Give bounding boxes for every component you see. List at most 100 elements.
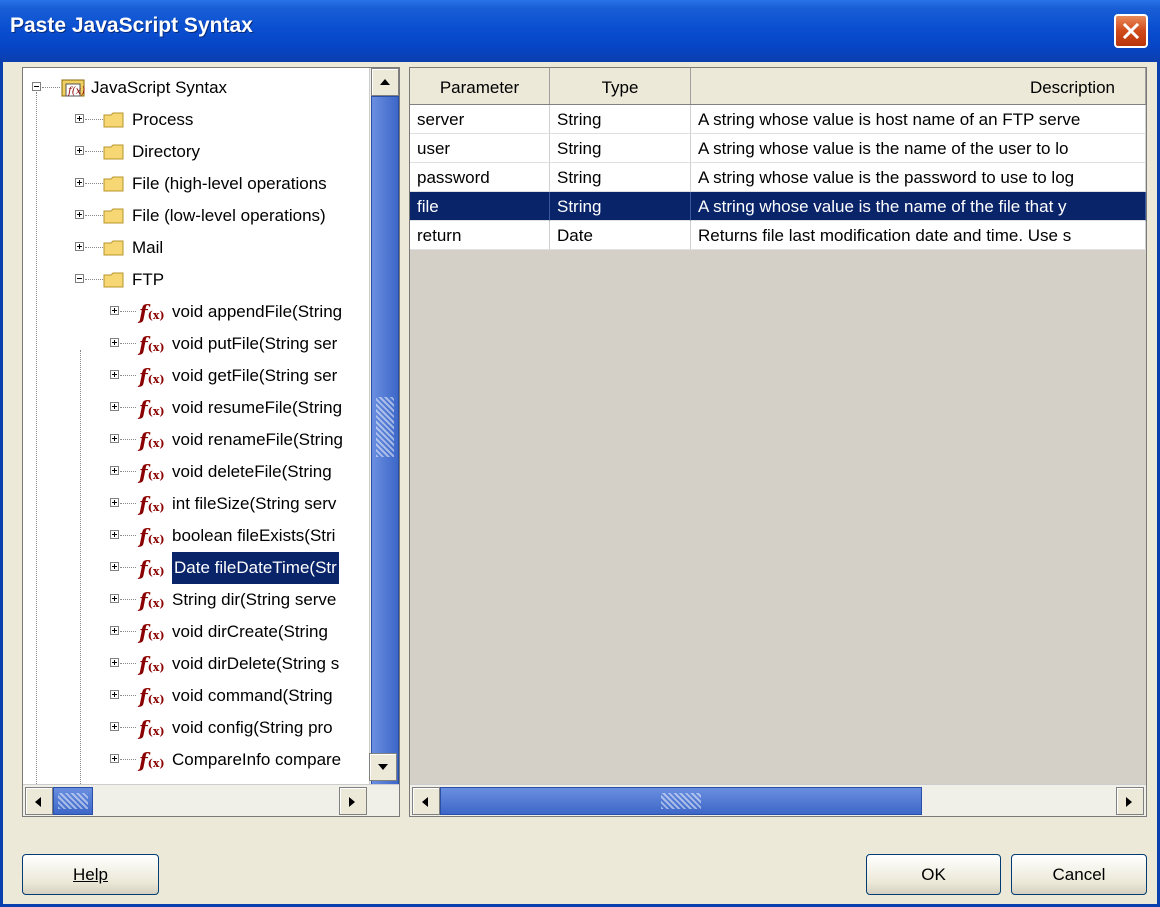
close-button[interactable]	[1114, 14, 1148, 48]
collapse-icon[interactable]	[75, 274, 84, 283]
tree-function[interactable]: f(x) void dirDelete(String s	[23, 648, 363, 680]
tree-vertical-scrollbar[interactable]	[369, 68, 399, 786]
column-header-parameter[interactable]: Parameter	[410, 68, 550, 104]
expand-icon[interactable]	[110, 498, 119, 507]
function-label: Date fileDateTime(Str	[172, 552, 339, 584]
function-icon: f(x)	[139, 364, 165, 388]
parameters-table[interactable]: Parameter Type Description server String A…	[409, 67, 1147, 817]
svg-text:f(x): f(x)	[67, 86, 85, 97]
expand-icon[interactable]	[75, 114, 84, 123]
scroll-down-button[interactable]	[369, 753, 397, 781]
tree-function[interactable]: f(x) String dir(String serve	[23, 584, 363, 616]
cancel-button[interactable]: Cancel	[1011, 854, 1147, 895]
collapse-icon[interactable]	[32, 82, 41, 91]
root-syntax-icon: f(x)	[61, 79, 85, 97]
column-header-description[interactable]: Description	[691, 68, 1146, 104]
table-row[interactable]: server String A string whose value is host…	[410, 105, 1146, 134]
tree-vertical-thumb[interactable]	[371, 96, 399, 786]
tree-function[interactable]: f(x) void appendFile(String	[23, 296, 363, 328]
arrow-left-icon	[35, 797, 41, 807]
scroll-up-button[interactable]	[371, 68, 399, 96]
function-label: int fileSize(String serv	[172, 494, 337, 513]
table-row[interactable]: return Date Returns file last modification…	[410, 221, 1146, 250]
help-button[interactable]: Help	[22, 854, 159, 895]
folder-label: File (low-level operations)	[132, 206, 326, 225]
syntax-tree[interactable]: f(x) JavaScript Syntax Process Directory…	[22, 67, 400, 817]
expand-icon[interactable]	[110, 690, 119, 699]
function-icon: f(x)	[139, 524, 165, 548]
cell-parameter: file	[410, 192, 550, 221]
expand-icon[interactable]	[110, 434, 119, 443]
expand-icon[interactable]	[110, 530, 119, 539]
tree-function[interactable]: f(x) boolean fileExists(Stri	[23, 520, 363, 552]
expand-icon[interactable]	[110, 370, 119, 379]
tree-folder[interactable]: File (low-level operations)	[23, 200, 363, 232]
function-icon: f(x)	[139, 332, 165, 356]
expand-icon[interactable]	[110, 562, 119, 571]
arrow-down-icon	[378, 764, 388, 770]
tree-function[interactable]: f(x) void resumeFile(String	[23, 392, 363, 424]
tree-function[interactable]: f(x) void renameFile(String	[23, 424, 363, 456]
tree-folder[interactable]: Directory	[23, 136, 363, 168]
function-label: void command(String	[172, 686, 333, 705]
cell-description: Returns file last modification date and …	[691, 221, 1146, 250]
expand-icon[interactable]	[110, 626, 119, 635]
cell-type: Date	[550, 221, 691, 250]
tree-folder-ftp[interactable]: FTP	[23, 264, 363, 296]
expand-icon[interactable]	[110, 722, 119, 731]
expand-icon[interactable]	[110, 402, 119, 411]
tree-function[interactable]: f(x) Date fileDateTime(Str	[23, 552, 363, 584]
expand-icon[interactable]	[110, 466, 119, 475]
table-row[interactable]: password String A string whose value is th…	[410, 163, 1146, 192]
table-row[interactable]: user String A string whose value is the na…	[410, 134, 1146, 163]
function-label: void deleteFile(String	[172, 462, 332, 481]
table-scroll-right-button[interactable]	[1116, 787, 1144, 815]
cell-type: String	[550, 105, 691, 134]
scroll-left-button[interactable]	[25, 787, 53, 815]
expand-icon[interactable]	[110, 594, 119, 603]
tree-folder[interactable]: Mail	[23, 232, 363, 264]
tree-function[interactable]: f(x) void command(String	[23, 680, 363, 712]
table-scroll-left-button[interactable]	[412, 787, 440, 815]
tree-function[interactable]: f(x) void putFile(String ser	[23, 328, 363, 360]
function-icon: f(x)	[139, 620, 165, 644]
table-horizontal-scrollbar[interactable]	[410, 784, 1146, 816]
expand-icon[interactable]	[75, 146, 84, 155]
cell-description: A string whose value is the password to …	[691, 163, 1146, 192]
function-icon: f(x)	[139, 300, 165, 324]
tree-function[interactable]: f(x) int fileSize(String serv	[23, 488, 363, 520]
cell-type: String	[550, 192, 691, 221]
function-icon: f(x)	[139, 716, 165, 740]
tree-root[interactable]: f(x) JavaScript Syntax	[23, 72, 363, 104]
column-header-type[interactable]: Type	[550, 68, 691, 104]
function-label: void appendFile(String	[172, 302, 343, 321]
expand-icon[interactable]	[75, 210, 84, 219]
function-label: void config(String pro	[172, 718, 333, 737]
expand-icon[interactable]	[110, 338, 119, 347]
tree-function[interactable]: f(x) void config(String pro	[23, 712, 363, 744]
tree-horizontal-scrollbar[interactable]	[23, 753, 399, 816]
tree-function[interactable]: f(x) CompareInfo compare	[23, 744, 363, 776]
cell-parameter: user	[410, 134, 550, 163]
tree-function[interactable]: f(x) void deleteFile(String	[23, 456, 363, 488]
expand-icon[interactable]	[75, 178, 84, 187]
ok-button[interactable]: OK	[866, 854, 1001, 895]
table-row[interactable]: file String A string whose value is the na…	[410, 192, 1146, 221]
tree-folder[interactable]: File (high-level operations	[23, 168, 363, 200]
scroll-right-button[interactable]	[339, 787, 367, 815]
folder-icon	[103, 208, 124, 224]
expand-icon[interactable]	[75, 242, 84, 251]
folder-icon	[103, 240, 124, 256]
title-bar[interactable]: Paste JavaScript Syntax	[0, 0, 1160, 62]
close-icon	[1122, 22, 1140, 40]
expand-icon[interactable]	[110, 658, 119, 667]
folder-label: Process	[132, 110, 194, 129]
tree-function[interactable]: f(x) void dirCreate(String	[23, 616, 363, 648]
expand-icon[interactable]	[110, 754, 119, 763]
table-horizontal-thumb[interactable]	[440, 787, 922, 815]
cell-parameter: server	[410, 105, 550, 134]
tree-folder[interactable]: Process	[23, 104, 363, 136]
tree-horizontal-thumb[interactable]	[53, 787, 93, 815]
expand-icon[interactable]	[110, 306, 119, 315]
tree-function[interactable]: f(x) void getFile(String ser	[23, 360, 363, 392]
